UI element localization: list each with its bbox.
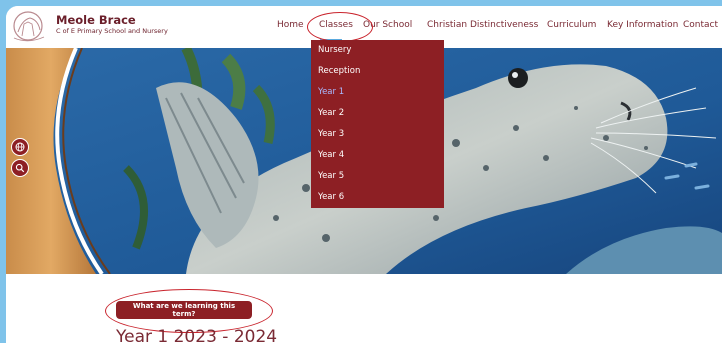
- page-title: Year 1 2023 - 2024: [116, 327, 278, 343]
- dropdown-item-year-3[interactable]: Year 3: [318, 129, 344, 139]
- page-frame: Meole Brace C of E Primary School and Nu…: [6, 6, 722, 343]
- dropdown-item-year-4[interactable]: Year 4: [318, 150, 344, 160]
- nav-item-key-information[interactable]: Key Information: [607, 20, 678, 30]
- globe-icon: [15, 142, 25, 152]
- nav-item-classes[interactable]: Classes: [319, 20, 353, 30]
- main-nav: Home Classes Our School Christian Distin…: [6, 20, 722, 36]
- dropdown-item-year-6[interactable]: Year 6: [318, 192, 344, 202]
- what-are-we-learning-button[interactable]: What are we learning this term?: [116, 301, 252, 319]
- classes-dropdown: Nursery Reception Year 1 Year 2 Year 3 Y…: [311, 40, 444, 208]
- dropdown-item-year-2[interactable]: Year 2: [318, 108, 344, 118]
- dropdown-item-year-1[interactable]: Year 1: [318, 87, 344, 97]
- nav-item-contact[interactable]: Contact: [683, 20, 718, 30]
- nav-item-christian-distinctiveness[interactable]: Christian Distinctiveness: [427, 20, 538, 30]
- dropdown-item-nursery[interactable]: Nursery: [318, 45, 351, 55]
- search-button[interactable]: [11, 159, 29, 177]
- nav-item-our-school[interactable]: Our School: [363, 20, 412, 30]
- nav-item-home[interactable]: Home: [277, 20, 304, 30]
- search-icon: [15, 163, 25, 173]
- dropdown-item-year-5[interactable]: Year 5: [318, 171, 344, 181]
- globe-button[interactable]: [11, 138, 29, 156]
- dropdown-item-reception[interactable]: Reception: [318, 66, 360, 76]
- nav-item-curriculum[interactable]: Curriculum: [547, 20, 596, 30]
